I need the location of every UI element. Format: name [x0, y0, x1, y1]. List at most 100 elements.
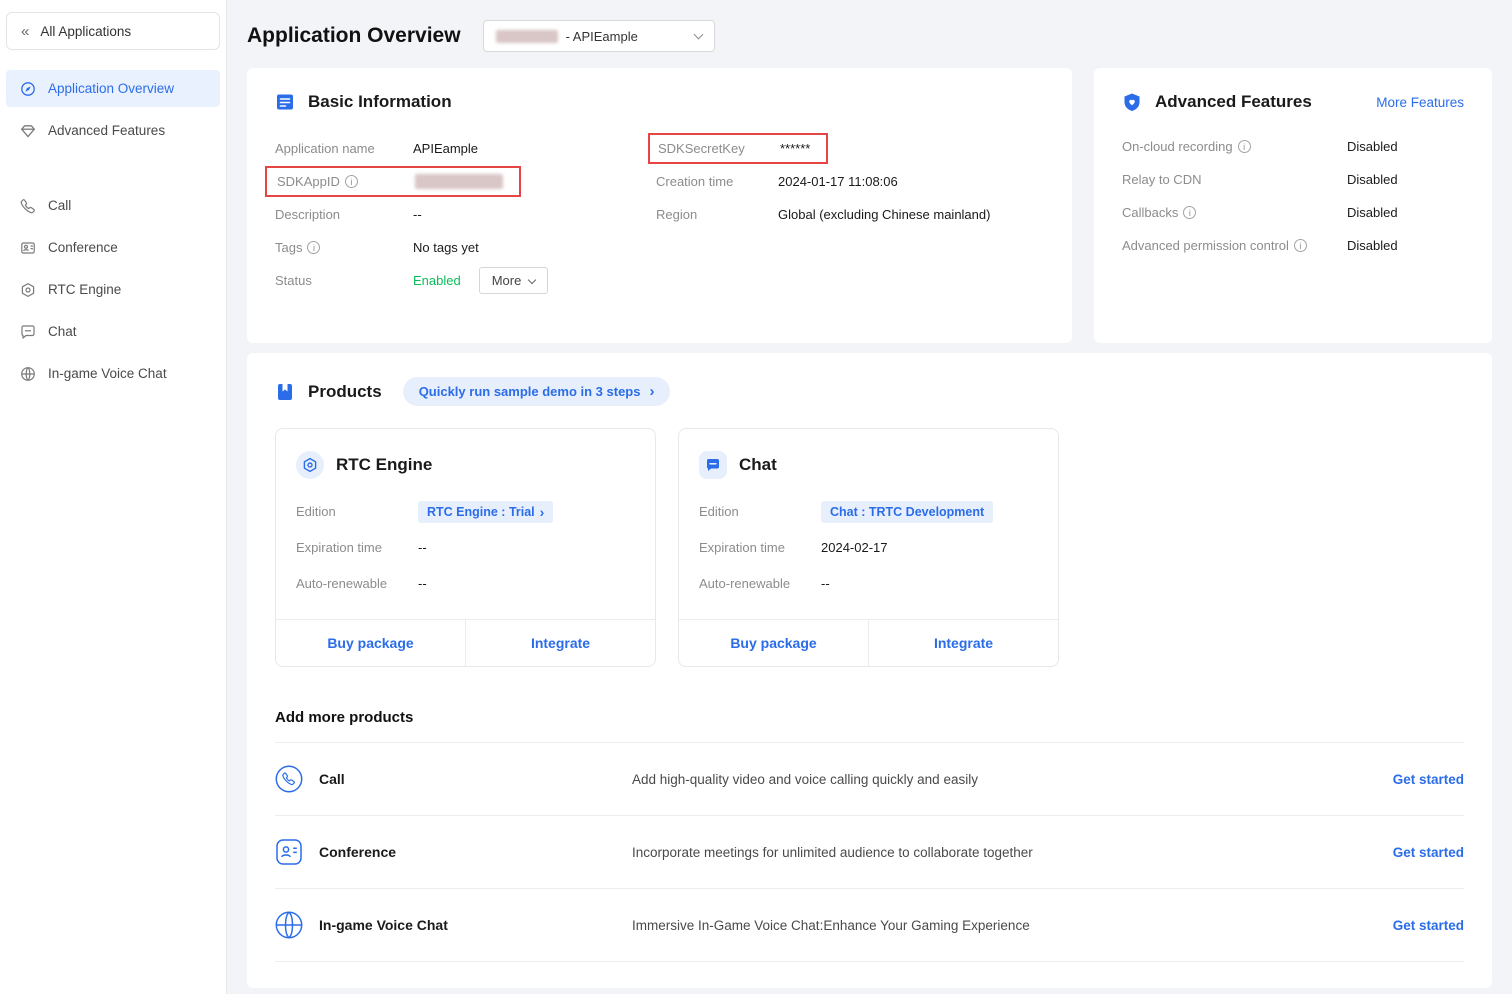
integrate-button[interactable]: Integrate	[465, 620, 655, 666]
callbacks-label: Callbacks	[1122, 205, 1347, 220]
rtc-engine-icon	[296, 451, 324, 479]
add-product-name: Call	[319, 771, 632, 787]
info-icon[interactable]	[1294, 239, 1307, 252]
add-product-row-ingame-voice-chat: In-game Voice Chat Immersive In-Game Voi…	[275, 888, 1464, 962]
relay-to-cdn-value: Disabled	[1347, 172, 1398, 187]
expiration-time-value: --	[418, 540, 427, 555]
sidebar-item-label: RTC Engine	[48, 282, 121, 297]
back-icon: «	[21, 24, 29, 39]
chat-edition-tag[interactable]: Chat : TRTC Development	[821, 501, 993, 523]
advanced-permission-control-value: Disabled	[1347, 238, 1398, 253]
add-product-row-conference: Conference Incorporate meetings for unli…	[275, 815, 1464, 888]
sidebar-item-label: Call	[48, 198, 71, 213]
status-label: Status	[275, 273, 413, 288]
sdksecretkey-label: SDKSecretKey	[658, 141, 780, 156]
more-features-link[interactable]: More Features	[1376, 95, 1464, 110]
chat-bubble-icon	[20, 324, 36, 340]
buy-package-button[interactable]: Buy package	[276, 620, 465, 666]
sidebar-item-chat[interactable]: Chat	[6, 313, 220, 350]
chat-product-card: Chat Edition Chat : TRTC Development Exp…	[678, 428, 1059, 667]
products-icon	[275, 382, 295, 402]
application-selector[interactable]: - APIEample	[483, 20, 715, 52]
auto-renewable-label: Auto-renewable	[699, 576, 821, 591]
description-value: --	[413, 207, 422, 222]
info-icon[interactable]	[1183, 206, 1196, 219]
creation-time-value: 2024-01-17 11:08:06	[778, 174, 898, 189]
add-product-desc: Incorporate meetings for unlimited audie…	[632, 845, 1393, 860]
shield-heart-icon	[1122, 92, 1142, 112]
sidebar-item-label: Application Overview	[48, 81, 174, 96]
products-title: Products	[308, 382, 382, 402]
rtc-engine-title: RTC Engine	[336, 455, 432, 475]
get-started-link[interactable]: Get started	[1393, 918, 1464, 933]
chevron-right-icon: ›	[649, 384, 654, 399]
sidebar-item-label: In-game Voice Chat	[48, 366, 167, 381]
advanced-features-title: Advanced Features	[1155, 92, 1312, 112]
rtc-edition-tag[interactable]: RTC Engine : Trial ›	[418, 501, 553, 523]
conference-icon	[20, 240, 36, 256]
add-product-row-call: Call Add high-quality video and voice ca…	[275, 742, 1464, 815]
on-cloud-recording-value: Disabled	[1347, 139, 1398, 154]
auto-renewable-label: Auto-renewable	[296, 576, 418, 591]
application-name-value: APIEample	[413, 141, 478, 156]
creation-time-label: Creation time	[656, 174, 778, 189]
info-icon[interactable]	[345, 175, 358, 188]
gem-icon	[20, 123, 36, 139]
basic-information-card: Basic Information Application name APIEa…	[247, 68, 1072, 343]
sidebar-products-group: Call Conference RTC Engine	[6, 187, 220, 392]
advanced-permission-control-label: Advanced permission control	[1122, 238, 1347, 253]
redacted-sdkappid-value	[415, 174, 503, 189]
buy-package-button[interactable]: Buy package	[679, 620, 868, 666]
sidebar: « All Applications Application Overview …	[0, 0, 227, 994]
expiration-time-value: 2024-02-17	[821, 540, 888, 555]
products-card: Products Quickly run sample demo in 3 st…	[247, 353, 1492, 988]
annotation-box-sdksecretkey: SDKSecretKey ******	[648, 133, 828, 164]
description-label: Description	[275, 207, 413, 222]
chevron-down-icon	[693, 30, 703, 40]
redacted-app-id	[496, 30, 558, 43]
overview-icon	[20, 81, 36, 97]
run-sample-demo-button[interactable]: Quickly run sample demo in 3 steps ›	[403, 377, 671, 406]
get-started-link[interactable]: Get started	[1393, 845, 1464, 860]
sidebar-item-conference[interactable]: Conference	[6, 229, 220, 266]
rtc-engine-product-card: RTC Engine Edition RTC Engine : Trial › …	[275, 428, 656, 667]
sidebar-item-label: Chat	[48, 324, 77, 339]
sidebar-item-ingame-voice-chat[interactable]: In-game Voice Chat	[6, 355, 220, 392]
application-selector-label: - APIEample	[566, 29, 638, 44]
auto-renewable-value: --	[418, 576, 427, 591]
phone-icon	[20, 198, 36, 214]
edition-label: Edition	[296, 504, 418, 519]
add-product-name: Conference	[319, 844, 632, 860]
add-more-products-title: Add more products	[275, 709, 1464, 726]
main-content: Application Overview - APIEample Basic I…	[227, 0, 1512, 994]
chat-icon	[699, 451, 727, 479]
status-more-button[interactable]: More	[479, 267, 549, 294]
expiration-time-label: Expiration time	[699, 540, 821, 555]
sidebar-item-rtc-engine[interactable]: RTC Engine	[6, 271, 220, 308]
sidebar-item-application-overview[interactable]: Application Overview	[6, 70, 220, 107]
info-icon[interactable]	[1238, 140, 1251, 153]
all-applications-button[interactable]: « All Applications	[6, 12, 220, 50]
expiration-time-label: Expiration time	[296, 540, 418, 555]
add-product-name: In-game Voice Chat	[319, 917, 632, 933]
basic-information-icon	[275, 92, 295, 112]
info-icon[interactable]	[307, 241, 320, 254]
chevron-right-icon: ›	[540, 505, 545, 519]
on-cloud-recording-label: On-cloud recording	[1122, 139, 1347, 154]
callbacks-value: Disabled	[1347, 205, 1398, 220]
sdksecretkey-value: ******	[780, 141, 810, 156]
add-product-desc: Immersive In-Game Voice Chat:Enhance You…	[632, 918, 1393, 933]
advanced-features-card: Advanced Features More Features On-cloud…	[1094, 68, 1492, 343]
hexagon-icon	[20, 282, 36, 298]
ingame-voice-chat-icon	[275, 911, 303, 939]
sidebar-item-advanced-features[interactable]: Advanced Features	[6, 112, 220, 149]
integrate-button[interactable]: Integrate	[868, 620, 1058, 666]
status-value: Enabled	[413, 273, 461, 288]
get-started-link[interactable]: Get started	[1393, 772, 1464, 787]
auto-renewable-value: --	[821, 576, 830, 591]
tags-value: No tags yet	[413, 240, 479, 255]
edition-label: Edition	[699, 504, 821, 519]
page-title: Application Overview	[247, 24, 461, 48]
application-name-label: Application name	[275, 141, 413, 156]
sidebar-item-call[interactable]: Call	[6, 187, 220, 224]
